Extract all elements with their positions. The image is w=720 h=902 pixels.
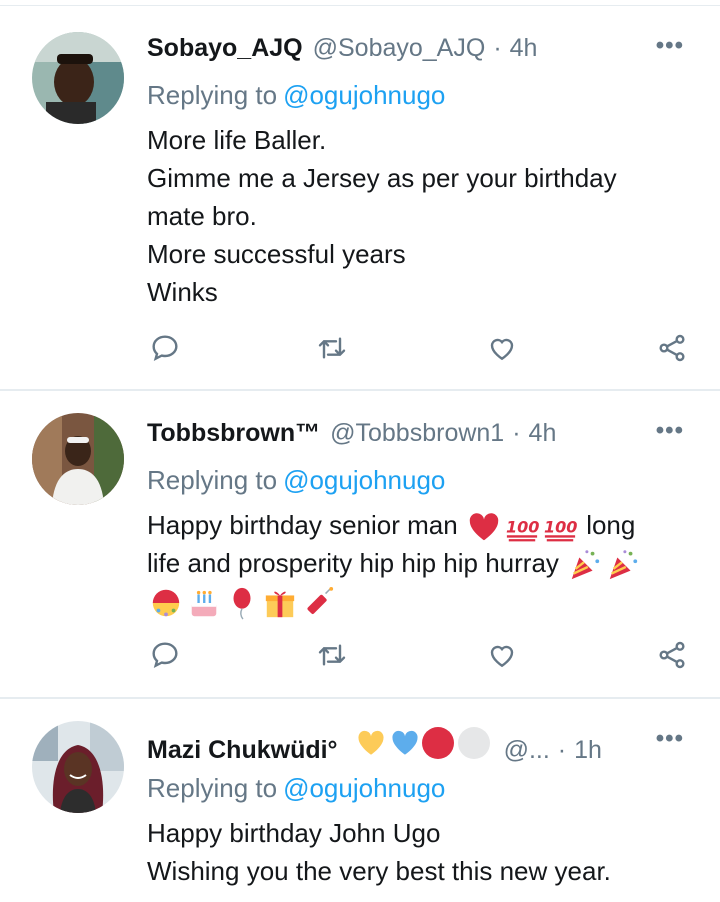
mention-link[interactable]: @ogujohnugo	[283, 465, 445, 495]
more-horizontal-icon[interactable]: •••	[656, 34, 684, 58]
svg-text:100: 100	[544, 518, 577, 537]
balloon-emoji	[233, 588, 251, 620]
tweet-line: Happy birthday senior man 100 100 long	[147, 506, 687, 544]
share-icon[interactable]	[654, 637, 690, 673]
avatar[interactable]	[32, 413, 124, 505]
tweet-actions	[147, 330, 692, 370]
display-name[interactable]: Mazi Chukwüdi°	[147, 736, 338, 765]
tweet-text: Happy birthday senior man 100 100 long li…	[147, 506, 687, 620]
reply-icon[interactable]	[147, 330, 183, 366]
replying-prefix: Replying to	[147, 465, 278, 495]
hundred-points-emoji: 100	[506, 518, 539, 542]
tweet-header: Mazi Chukwüdi° @... · 1h	[147, 727, 680, 764]
red-heart-emoji	[469, 513, 499, 541]
tweet-line: Happy birthday John Ugo	[147, 818, 441, 848]
retweet-icon[interactable]	[314, 637, 350, 673]
tweet-text: More life Baller. Gimme me a Jersey as p…	[147, 121, 687, 311]
like-icon[interactable]	[484, 637, 520, 673]
tweet-actions	[147, 637, 692, 677]
tweet[interactable]: Mazi Chukwüdi° @... · 1h ••• Replying to…	[0, 699, 720, 902]
tweet-line: life and prosperity hip hip hip hurray	[147, 544, 687, 582]
mention-link[interactable]: @ogujohnugo	[283, 80, 445, 110]
share-icon[interactable]	[654, 330, 690, 366]
more-horizontal-icon[interactable]: •••	[656, 419, 684, 443]
hundred-points-emoji: 100	[544, 518, 577, 542]
user-handle[interactable]: @Sobayo_AJQ	[313, 34, 486, 63]
timestamp[interactable]: 4h	[529, 419, 557, 448]
reply-icon[interactable]	[147, 637, 183, 673]
replying-prefix: Replying to	[147, 80, 278, 110]
mention-link[interactable]: @ogujohnugo	[283, 773, 445, 803]
red-circle-emoji	[421, 727, 454, 759]
tweet-line: mate bro.	[147, 201, 257, 231]
white-circle-emoji	[457, 727, 490, 759]
avatar-image	[32, 721, 124, 813]
svg-text:100: 100	[506, 518, 539, 537]
avatar[interactable]	[32, 32, 124, 124]
blue-heart-emoji	[392, 730, 418, 755]
display-name[interactable]: Tobbsbrown™	[147, 419, 320, 448]
yellow-heart-emoji	[358, 730, 384, 755]
wrapped-gift-emoji	[265, 592, 295, 618]
replying-prefix: Replying to	[147, 773, 278, 803]
timestamp[interactable]: 1h	[574, 736, 602, 765]
tweet-line: More successful years	[147, 239, 406, 269]
user-handle[interactable]: @Tobbsbrown1	[330, 419, 504, 448]
tweet-line: More life Baller.	[147, 125, 327, 155]
tweet[interactable]: Sobayo_AJQ @Sobayo_AJQ · 4h ••• Replying…	[0, 6, 720, 391]
separator-dot: ·	[493, 34, 502, 62]
avatar-image	[32, 32, 124, 124]
tweet-header: Sobayo_AJQ @Sobayo_AJQ · 4h	[147, 34, 680, 68]
confetti-ball-emoji	[152, 590, 180, 617]
birthday-cake-emoji	[191, 591, 217, 617]
avatar[interactable]	[32, 721, 124, 813]
party-popper-emoji	[609, 550, 638, 580]
name-emojis	[354, 727, 494, 759]
user-handle[interactable]: @...	[504, 736, 550, 765]
replying-to: Replying to @ogujohnugo	[147, 465, 445, 496]
display-name[interactable]: Sobayo_AJQ	[147, 34, 303, 63]
tweet-line-text: Happy birthday senior man	[147, 510, 458, 540]
firecracker-emoji	[307, 587, 334, 615]
retweet-icon[interactable]	[314, 330, 350, 366]
replying-to: Replying to @ogujohnugo	[147, 80, 445, 111]
tweet-line: Wishing you the very best this new year.	[147, 856, 611, 886]
tweet-header: Tobbsbrown™ @Tobbsbrown1 · 4h	[147, 419, 680, 453]
avatar-image	[32, 413, 124, 505]
tweet-line: Gimme me a Jersey as per your birthday	[147, 163, 617, 193]
party-popper-emoji	[571, 550, 600, 580]
separator-dot: ·	[512, 419, 521, 447]
replying-to: Replying to @ogujohnugo	[147, 773, 445, 804]
separator-dot: ·	[557, 736, 567, 764]
tweet-line: Winks	[147, 277, 218, 307]
timestamp[interactable]: 4h	[510, 34, 538, 63]
tweet-text: Happy birthday John Ugo Wishing you the …	[147, 814, 687, 890]
tweet-line	[147, 582, 687, 620]
tweet-line-text: life and prosperity hip hip hip hurray	[147, 548, 559, 579]
tweet-line-text: long	[586, 510, 636, 540]
more-horizontal-icon[interactable]: •••	[656, 727, 684, 751]
like-icon[interactable]	[484, 330, 520, 366]
tweet[interactable]: Tobbsbrown™ @Tobbsbrown1 · 4h ••• Replyi…	[0, 391, 720, 699]
